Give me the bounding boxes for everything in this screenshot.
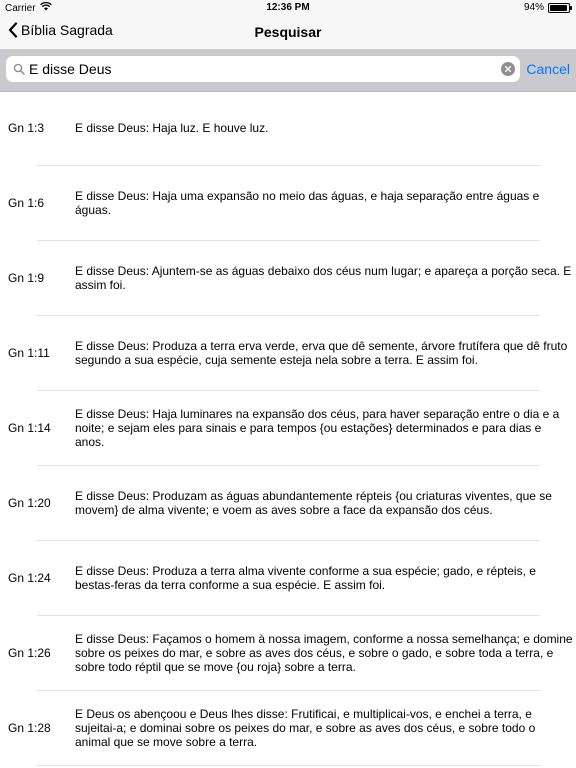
search-field[interactable] — [6, 56, 520, 82]
verse-reference: Gn 1:24 — [8, 571, 51, 585]
verse-text: E disse Deus: Façamos o homem à nossa im… — [75, 632, 573, 674]
battery-percent: 94% — [523, 2, 544, 13]
cancel-button[interactable]: Cancel — [526, 61, 570, 77]
verse-text: E disse Deus: Produzam as águas abundant… — [75, 489, 552, 517]
result-row[interactable]: Gn 1:3 E disse Deus: Haja luz. E houve lu… — [0, 91, 576, 166]
verse-reference: Gn 1:6 — [8, 196, 45, 210]
verse-reference: Gn 1:11 — [8, 346, 50, 360]
result-row[interactable]: Gn 1:6 E disse Deus: Haja uma expansão no… — [0, 166, 576, 241]
search-icon — [13, 63, 25, 75]
results-list: Gn 1:3 E disse Deus: Haja luz. E houve lu… — [0, 91, 576, 766]
navigation-bar: Bíblia Sagrada Pesquisar — [0, 16, 576, 49]
verse-reference: Gn 1:3 — [8, 121, 45, 135]
verse-reference: Gn 1:26 — [8, 646, 51, 660]
result-row[interactable]: Gn 1:26 E disse Deus: Façamos o homem à n… — [0, 616, 576, 691]
result-row[interactable]: Gn 1:28 E Deus os abençoou e Deus lhes di… — [0, 691, 576, 766]
verse-text: E disse Deus: Produza a terra erva verde… — [75, 339, 568, 367]
verse-text: E disse Deus: Produza a terra alma viven… — [75, 564, 536, 592]
status-time: 12:36 PM — [266, 2, 310, 13]
row-separator — [37, 765, 540, 766]
page-title: Pesquisar — [254, 24, 322, 40]
result-row[interactable]: Gn 1:20 E disse Deus: Produzam as águas a… — [0, 466, 576, 541]
battery-icon — [548, 2, 572, 13]
clear-search-button[interactable] — [501, 62, 515, 76]
close-icon — [505, 66, 511, 72]
verse-reference: Gn 1:20 — [8, 496, 51, 510]
verse-text: E disse Deus: Haja luz. E houve luz. — [75, 121, 269, 135]
status-bar: Carrier 12:36 PM 94% — [0, 0, 576, 16]
result-row[interactable]: Gn 1:11 E disse Deus: Produza a terra erv… — [0, 316, 576, 391]
search-bar: Cancel — [0, 49, 576, 92]
result-row[interactable]: Gn 1:24 E disse Deus: Produza a terra alm… — [0, 541, 576, 616]
result-row[interactable]: Gn 1:9 E disse Deus: Ajuntem-se as águas … — [0, 241, 576, 316]
verse-reference: Gn 1:28 — [8, 721, 51, 735]
verse-text: E disse Deus: Haja luminares na expansão… — [75, 407, 560, 449]
result-row[interactable]: Gn 1:14 E disse Deus: Haja luminares na e… — [0, 391, 576, 466]
verse-text: E disse Deus: Haja uma expansão no meio … — [75, 189, 540, 217]
verse-text: E Deus os abençoou e Deus lhes disse: Fr… — [75, 707, 536, 749]
search-input[interactable] — [29, 61, 501, 77]
verse-reference: Gn 1:9 — [8, 271, 45, 285]
verse-text: E disse Deus: Ajuntem-se as águas debaix… — [75, 264, 572, 292]
verse-reference: Gn 1:14 — [8, 421, 51, 435]
